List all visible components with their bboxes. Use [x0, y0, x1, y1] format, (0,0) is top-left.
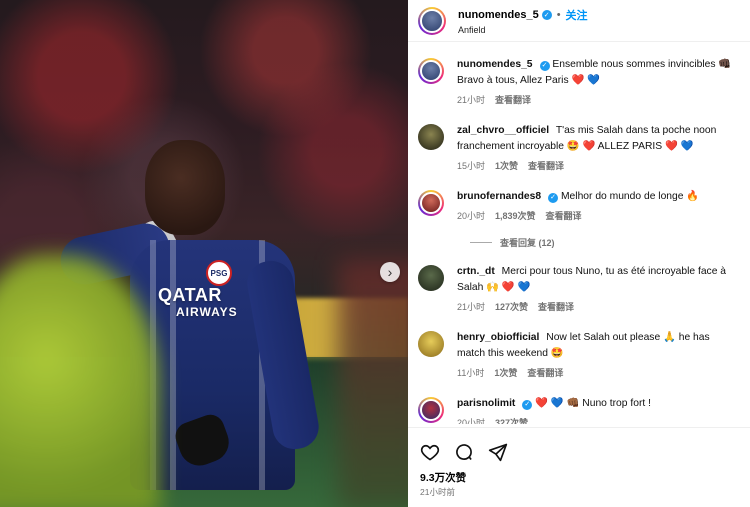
post-image: PSG QATAR AIRWAYS › [0, 0, 408, 507]
comment-username[interactable]: brunofernandes8 [457, 191, 541, 202]
comment-time: 11小时 [457, 368, 485, 378]
replies-divider-line [470, 242, 492, 243]
verified-badge-icon: ✓ [541, 9, 552, 20]
verified-badge-icon: ✓ [539, 61, 550, 71]
comment-item: nunomendes_5 ✓ Ensemble nous sommes invin… [418, 57, 740, 108]
translate-link[interactable]: 查看翻译 [538, 299, 574, 315]
blurred-person-right [338, 260, 408, 507]
post-time: 21小时前 [420, 487, 455, 497]
comment-username[interactable]: zal_chvro__officiel [457, 125, 549, 136]
share-send-icon[interactable] [488, 442, 508, 462]
comment-likes[interactable]: 1次赞 [495, 158, 518, 174]
comment-username[interactable]: parisnolimit [457, 398, 515, 409]
next-image-button[interactable]: › [380, 262, 400, 282]
comment-username[interactable]: crtn._dt [457, 266, 495, 277]
author-username[interactable]: nunomendes_5 [458, 9, 539, 21]
comment-text: Merci pour tous Nuno, tu as été incroyab… [457, 266, 727, 293]
verified-badge-icon: ✓ [522, 400, 533, 410]
comment-item: zal_chvro__officiel T'as mis Salah dans … [418, 123, 740, 174]
club-crest: PSG [206, 260, 232, 286]
comment-time: 20小时 [457, 418, 486, 424]
view-replies-button[interactable]: 查看回复 (12) [470, 236, 740, 249]
like-count[interactable]: 9.3万次赞 [420, 470, 466, 485]
comment-time: 21小时 [457, 95, 486, 105]
player-head [145, 140, 225, 235]
avatar[interactable] [418, 265, 444, 291]
comment-likes[interactable]: 127次赞 [495, 299, 528, 315]
comment-item: crtn._dt Merci pour tous Nuno, tu as été… [418, 264, 740, 315]
separator-dot: • [556, 8, 561, 21]
translate-link[interactable]: 查看翻译 [546, 208, 582, 224]
post-actions-bar [408, 427, 750, 463]
comment-likes[interactable]: 1,839次赞 [495, 208, 536, 224]
sponsor-main: QATAR [158, 285, 222, 305]
comment-time: 21小时 [457, 302, 486, 312]
comment-text: ❤️ 💙 👊🏾 Nuno trop fort ! [535, 398, 651, 409]
post-header: nunomendes_5 ✓ • 关注 Anfield [408, 0, 750, 42]
translate-link[interactable]: 查看翻译 [528, 158, 564, 174]
avatar[interactable] [418, 190, 444, 216]
comment-time: 15小时 [457, 161, 486, 171]
avatar[interactable] [418, 6, 446, 35]
verified-badge-icon: ✓ [548, 193, 559, 203]
avatar[interactable] [418, 58, 444, 84]
avatar[interactable] [418, 124, 444, 150]
comment-item: henry_obiofficial Now let Salah out plea… [418, 330, 740, 381]
avatar[interactable] [418, 331, 444, 357]
comment-likes[interactable]: 1次赞 [494, 365, 517, 381]
comment-time: 20小时 [457, 211, 486, 221]
follow-button[interactable]: 关注 [566, 7, 588, 23]
post-location[interactable]: Anfield [458, 25, 588, 35]
translate-link[interactable]: 查看翻译 [527, 365, 563, 381]
comment-username[interactable]: henry_obiofficial [457, 332, 539, 343]
comment-item: parisnolimit ✓ ❤️ 💙 👊🏾 Nuno trop fort ! 2… [418, 396, 740, 424]
translate-link[interactable]: 查看翻译 [495, 92, 531, 108]
post-side-panel: nunomendes_5 ✓ • 关注 Anfield nunomendes_5… [408, 0, 750, 507]
comment-bubble-icon[interactable] [454, 442, 474, 462]
chevron-right-icon: › [387, 264, 393, 280]
jersey-sponsor: QATAR AIRWAYS [158, 286, 238, 318]
avatar[interactable] [418, 397, 444, 423]
comment-text: Melhor do mundo de longe 🔥 [560, 191, 700, 202]
comment-list: nunomendes_5 ✓ Ensemble nous sommes invin… [408, 42, 750, 424]
comment-likes[interactable]: 327次赞 [495, 415, 528, 424]
sponsor-sub: AIRWAYS [176, 305, 238, 319]
comment-item: brunofernandes8 ✓ Melhor do mundo de long… [418, 189, 740, 224]
view-replies-label: 查看回复 (12) [500, 238, 555, 248]
comment-username[interactable]: nunomendes_5 [457, 59, 533, 70]
like-heart-icon[interactable] [420, 442, 440, 462]
